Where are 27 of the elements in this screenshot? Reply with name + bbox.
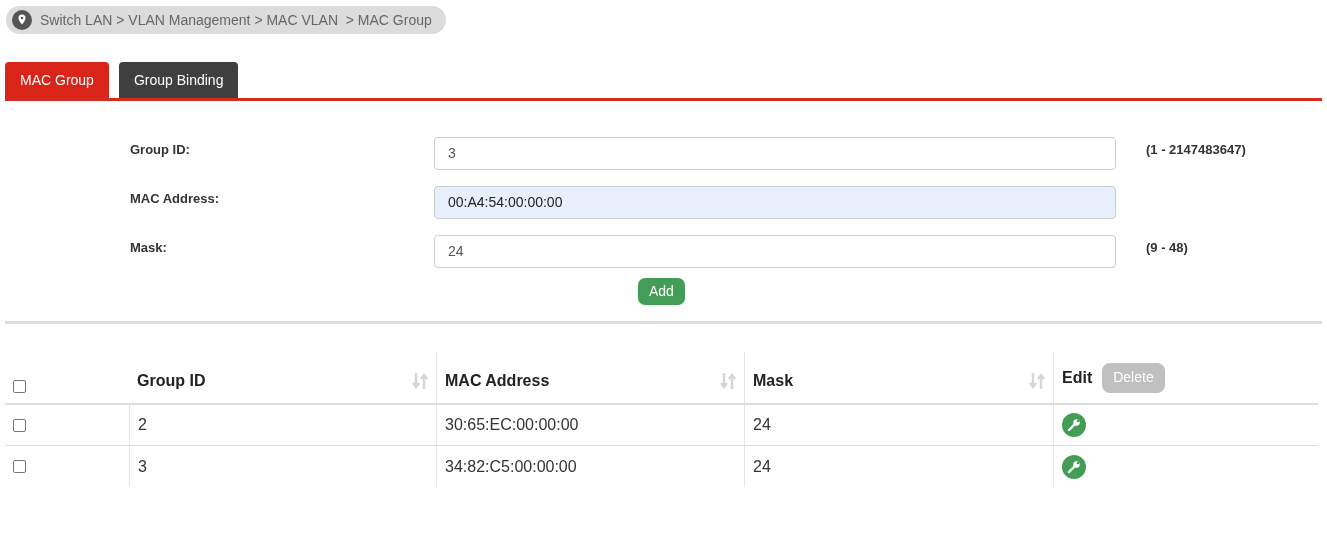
edit-wrench-icon[interactable]	[1062, 413, 1086, 437]
table-cell-text: 2	[138, 415, 147, 435]
table-cell-text: 3	[138, 456, 147, 477]
tab[interactable]: Group Binding	[118, 62, 239, 98]
table-cell-text: 30:65:EC:00:00:00	[445, 415, 579, 435]
location-pin-icon	[12, 10, 32, 30]
field-label: Mask:	[130, 239, 168, 257]
input-field[interactable]: 24	[434, 235, 1116, 268]
column-header: Edit	[1062, 367, 1093, 388]
column-header[interactable]: Group ID	[137, 362, 402, 393]
input-field[interactable]: 3	[434, 137, 1116, 170]
column-header[interactable]: Mask	[753, 362, 1019, 393]
checkbox[interactable]	[13, 418, 26, 432]
table-cell-text: 34:82:C5:00:00:00	[445, 456, 577, 477]
table-cell-text: 24	[753, 415, 771, 435]
range-hint: (9 - 48)	[1146, 239, 1188, 257]
tab[interactable]: MAC Group	[5, 62, 109, 98]
checkbox[interactable]	[13, 380, 26, 393]
range-hint: (1 - 2147483647)	[1146, 141, 1246, 159]
edit-wrench-icon[interactable]	[1062, 454, 1086, 479]
checkbox[interactable]	[13, 460, 26, 473]
breadcrumb-path: Switch LAN > VLAN Management > MAC VLAN > MAC Group	[40, 10, 432, 30]
table-cell-text: 24	[753, 456, 771, 477]
column-header[interactable]: MAC Address	[445, 362, 710, 393]
field-label: MAC Address:	[130, 190, 221, 208]
field-label: Group ID:	[130, 141, 191, 159]
input-field[interactable]: 00:A4:54:00:00:00	[434, 186, 1116, 219]
